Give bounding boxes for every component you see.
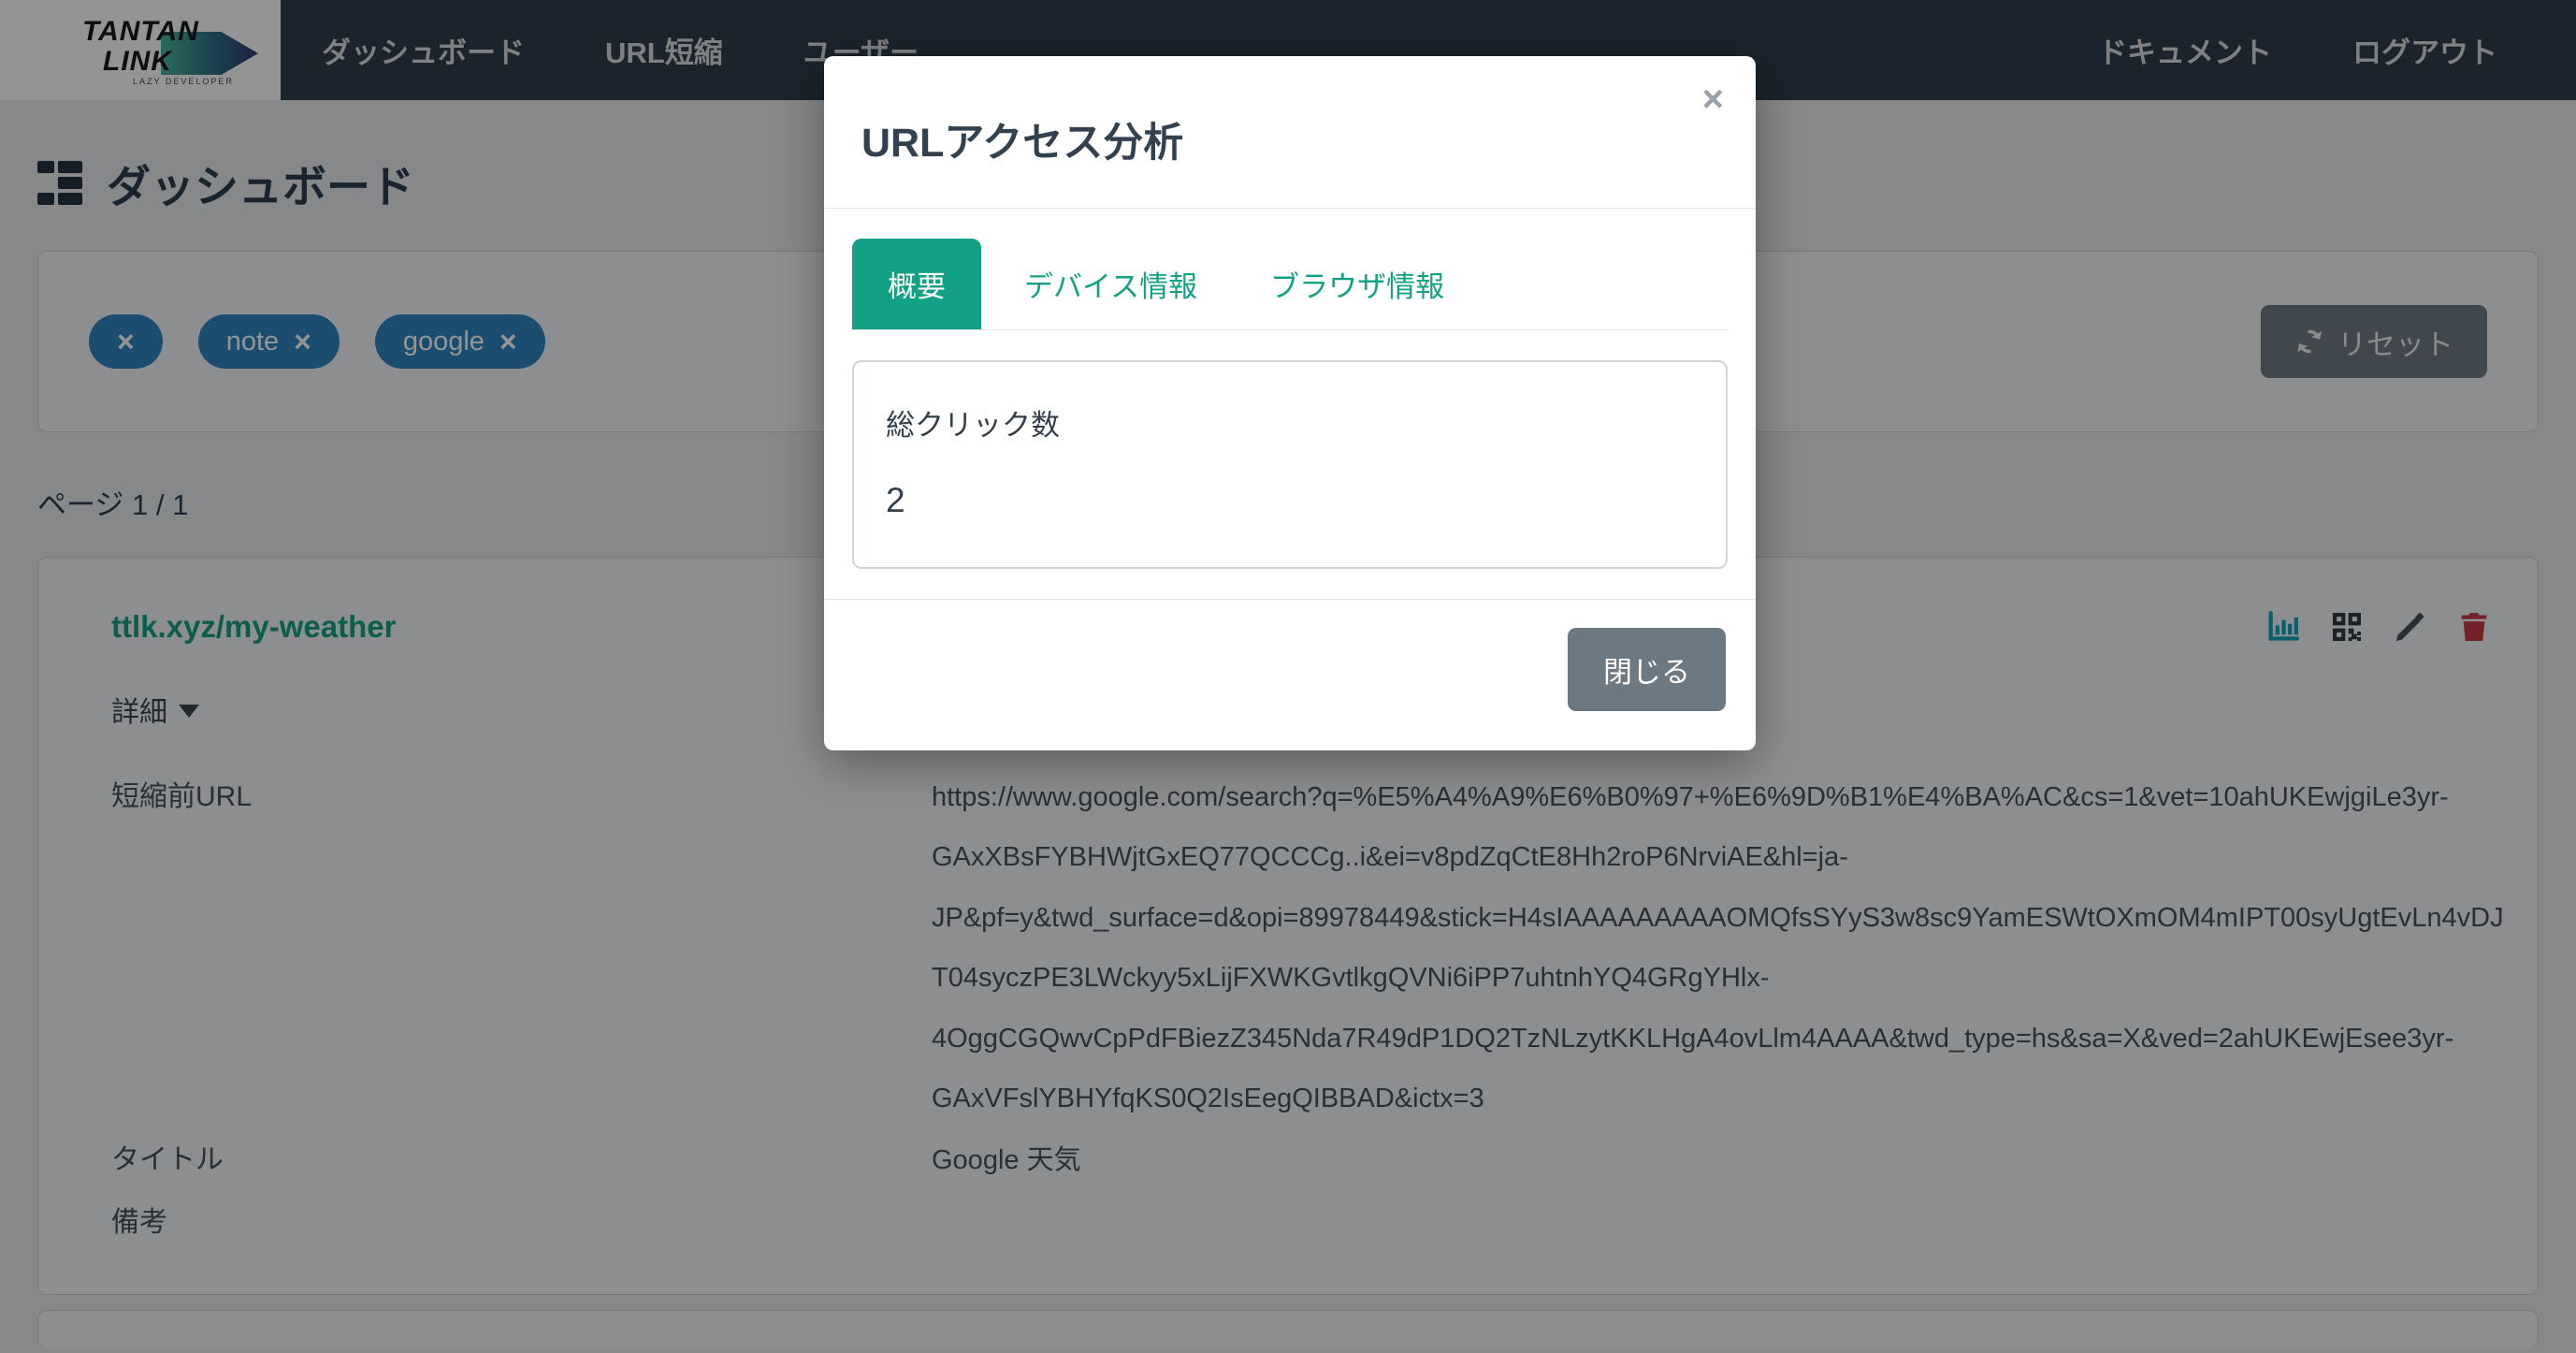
modal-footer: 閉じる xyxy=(824,599,1756,750)
modal-body: 総クリック数 2 xyxy=(824,330,1756,599)
modal-title: URLアクセス分析 xyxy=(861,110,1718,168)
url-analytics-modal: URLアクセス分析 × 概要 デバイス情報 ブラウザ情報 総クリック数 2 閉じ… xyxy=(824,56,1756,750)
tab-device-info[interactable]: デバイス情報 xyxy=(994,239,1227,329)
close-icon[interactable]: × xyxy=(1702,80,1724,118)
total-clicks-box: 総クリック数 2 xyxy=(852,360,1728,569)
modal-header: URLアクセス分析 × xyxy=(824,56,1756,209)
modal-tabs: 概要 デバイス情報 ブラウザ情報 xyxy=(852,239,1728,330)
modal-close-button[interactable]: 閉じる xyxy=(1568,628,1726,711)
tab-overview[interactable]: 概要 xyxy=(852,239,981,329)
total-clicks-label: 総クリック数 xyxy=(886,401,1694,444)
total-clicks-value: 2 xyxy=(886,481,1694,520)
tab-browser-info[interactable]: ブラウザ情報 xyxy=(1240,239,1474,329)
